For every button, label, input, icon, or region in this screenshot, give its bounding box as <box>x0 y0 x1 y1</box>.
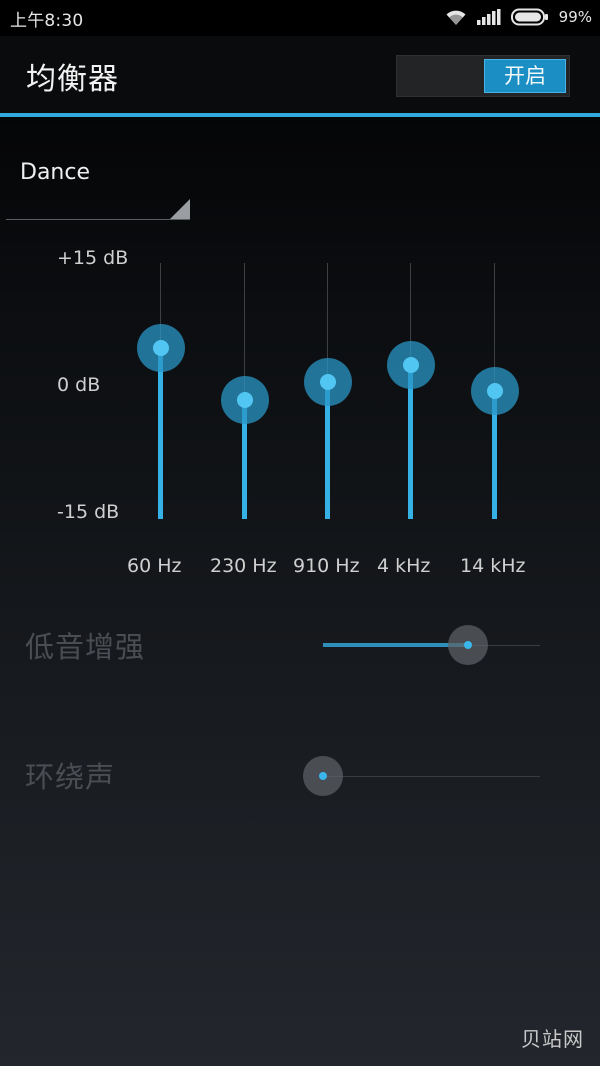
spinner-arrow-icon <box>170 199 190 219</box>
battery-percent: 99% <box>558 8 592 26</box>
watermark: 贝站网 <box>521 1027 584 1051</box>
status-bar: 上午8:30 99% <box>0 0 600 36</box>
preset-spinner[interactable]: Dance <box>6 150 190 220</box>
surround-label: 环绕声 <box>25 760 116 794</box>
slider-fill <box>323 643 469 647</box>
header-divider <box>0 113 600 117</box>
db-label-zero: 0 dB <box>57 374 101 396</box>
equalizer-toggle[interactable]: 开启 <box>396 55 570 97</box>
status-icons: 99% <box>445 6 592 28</box>
band-slider[interactable] <box>465 263 525 519</box>
slider-thumb[interactable] <box>319 772 327 780</box>
battery-icon <box>510 8 548 26</box>
bass-boost-slider[interactable] <box>323 625 540 665</box>
band-frequency-label: 14 kHz <box>460 555 526 577</box>
band-slider[interactable] <box>131 263 191 519</box>
band-level-fill <box>158 348 163 519</box>
wifi-icon <box>446 10 466 25</box>
status-time: 上午8:30 <box>10 11 84 31</box>
slider-track <box>323 776 540 777</box>
band-thumb[interactable] <box>237 391 253 408</box>
band-frequency-label: 230 Hz <box>210 555 277 577</box>
db-label-min: -15 dB <box>57 501 120 523</box>
preset-label: Dance <box>20 160 90 185</box>
page-title: 均衡器 <box>26 62 119 97</box>
band-thumb[interactable] <box>487 383 503 399</box>
band-frequency-label: 60 Hz <box>127 555 182 577</box>
band-frequency-label: 910 Hz <box>293 555 360 577</box>
spinner-underline <box>6 219 190 220</box>
band-frequency-label: 4 kHz <box>377 555 431 577</box>
band-slider[interactable] <box>215 263 275 519</box>
bass-boost-label: 低音增强 <box>25 630 146 664</box>
equalizer-screen: 上午8:30 99% 均衡器 开启 Dance +15 dB 0 dB -15 … <box>0 0 600 1066</box>
db-label-max: +15 dB <box>57 247 129 269</box>
signal-icon <box>476 9 501 25</box>
band-slider[interactable] <box>298 263 358 519</box>
action-bar: 均衡器 开启 <box>0 36 600 114</box>
toggle-on-label: 开启 <box>484 59 566 93</box>
surround-slider[interactable] <box>303 756 540 796</box>
band-slider[interactable] <box>381 263 441 519</box>
